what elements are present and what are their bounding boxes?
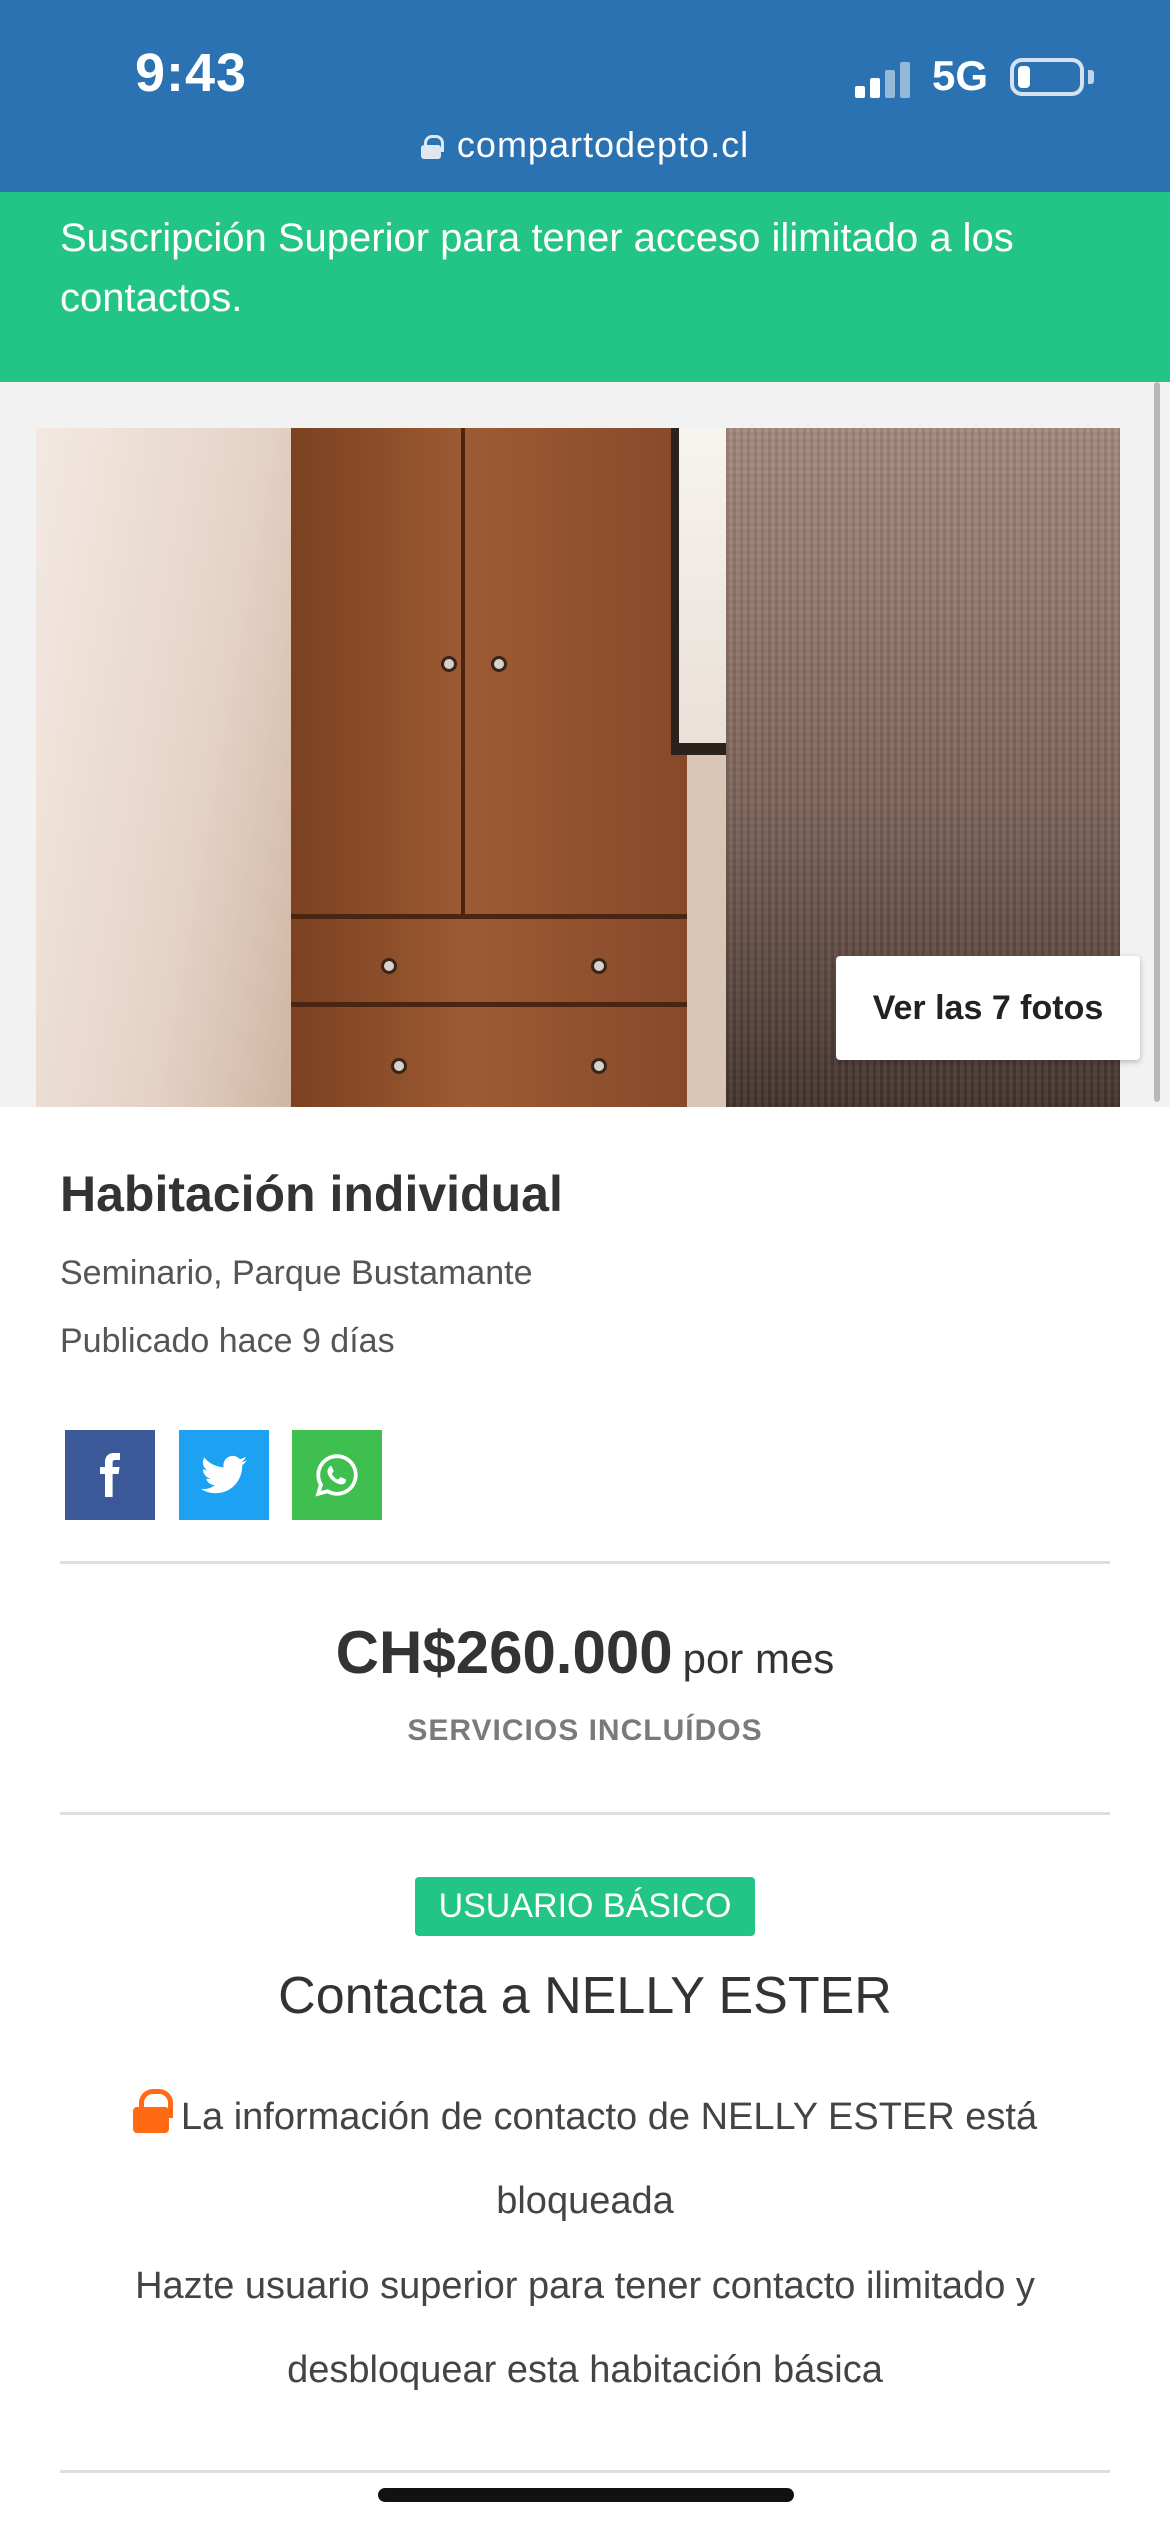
banner-text: Suscripción Superior para tener acceso i… <box>60 216 1014 320</box>
divider <box>60 1561 1110 1564</box>
price-period: por mes <box>682 1635 835 1682</box>
services-included: SERVICIOS INCLUÍDOS <box>407 1714 763 1747</box>
status-time: 9:43 <box>135 43 248 103</box>
battery-icon <box>1010 58 1084 96</box>
twitter-icon <box>201 1455 247 1494</box>
status-bar: 9:43 5G compartodepto.cl <box>0 0 1170 192</box>
user-badge-wrap: USUARIO BÁSICO <box>0 1877 1170 1936</box>
battery-nub <box>1088 70 1094 84</box>
whatsapp-share-button[interactable] <box>292 1430 382 1520</box>
price-block: CH$260.000 por mes <box>0 1618 1170 1687</box>
facebook-icon <box>100 1453 120 1497</box>
contact-title: Contacta a NELLY ESTER <box>278 1967 892 2025</box>
view-photos-button[interactable]: Ver las 7 fotos <box>836 956 1140 1060</box>
url-text: compartodepto.cl <box>456 124 750 165</box>
divider <box>60 2470 1110 2473</box>
home-indicator[interactable] <box>378 2488 794 2502</box>
facebook-share-button[interactable] <box>65 1430 155 1520</box>
lock-icon <box>132 2089 173 2133</box>
whatsapp-icon <box>315 1454 358 1497</box>
user-type-badge: USUARIO BÁSICO <box>414 1877 756 1936</box>
subscription-banner: Suscripción Superior para tener acceso i… <box>0 192 1170 382</box>
locked-contact-message: La información de contacto de NELLY ESTE… <box>80 2075 1090 2243</box>
gallery-scrollbar[interactable] <box>1154 382 1160 1102</box>
listing-location: Seminario, Parque Bustamante <box>60 1254 533 1292</box>
signal-icon <box>855 58 915 98</box>
network-label: 5G <box>932 52 989 99</box>
twitter-share-button[interactable] <box>179 1430 269 1520</box>
listing-title: Habitación individual <box>60 1166 563 1222</box>
address-bar[interactable]: compartodepto.cl <box>0 124 1170 166</box>
locked-text: La información de contacto de NELLY ESTE… <box>180 2096 1038 2222</box>
upgrade-message: Hazte usuario superior para tener contac… <box>135 2265 1035 2391</box>
lock-icon <box>420 135 444 159</box>
price-amount: CH$260.000 <box>335 1619 673 1686</box>
divider <box>60 1812 1110 1815</box>
listing-published: Publicado hace 9 días <box>60 1322 395 1360</box>
